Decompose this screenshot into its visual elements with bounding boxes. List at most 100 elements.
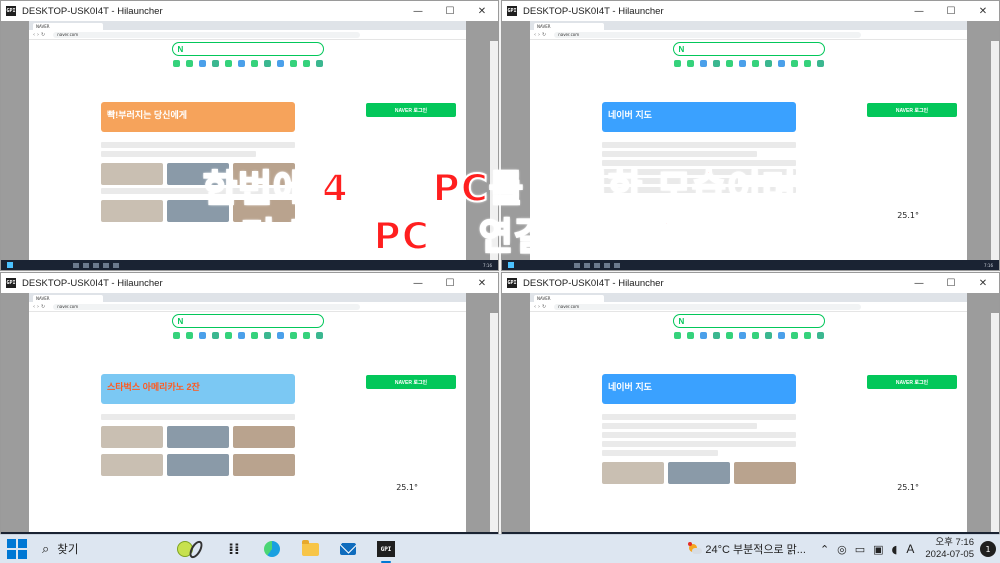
maximize-button[interactable]: ☐ (434, 278, 466, 289)
mail-button[interactable] (337, 538, 359, 560)
scrollbar[interactable] (490, 313, 498, 542)
address-bar[interactable]: naver.com (53, 31, 361, 38)
naver-login-button[interactable]: NAVER 로그인 (867, 375, 957, 389)
address-bar[interactable]: naver.com (53, 303, 361, 310)
remote-taskbar: 7:16 (1, 260, 498, 270)
taskbar: ⌕ 찾기 ⁞⁞ GPI 24°C 부분적으로 맑... ⌃ ◎ ▭ ▣ ◖ A … (0, 534, 1000, 563)
maximize-button[interactable]: ☐ (935, 6, 967, 17)
ad-banner[interactable]: 스타벅스 아메리카노 2잔 (101, 374, 295, 404)
display-icon[interactable]: ▣ (873, 543, 883, 556)
ad-banner-text: 네이버 지도 (608, 110, 652, 120)
window-titlebar[interactable]: GPI DESKTOP-USK0I4T - Hilauncher — ☐ ✕ (1, 1, 498, 22)
minimize-button[interactable]: — (402, 278, 434, 289)
tennis-search-highlight-icon[interactable] (177, 538, 206, 560)
remote-browser[interactable]: NAVER ‹›↻ naver.com N 네이버 지도 NAVER 로그인 25… (530, 293, 967, 532)
naver-login-button[interactable]: NAVER 로그인 (867, 103, 957, 117)
task-view-icon: ⁞⁞ (228, 540, 240, 558)
ad-banner[interactable]: 네이버 지도 (602, 102, 796, 132)
service-shortcuts[interactable] (530, 60, 967, 67)
weather-icon[interactable] (688, 542, 703, 555)
nav-arrows-icon[interactable]: ‹›↻ (534, 32, 548, 38)
maximize-button[interactable]: ☐ (434, 6, 466, 17)
edge-icon (264, 541, 280, 557)
edge-button[interactable] (261, 538, 283, 560)
clock[interactable]: 오후 7:16 2024-07-05 (925, 537, 974, 561)
window-titlebar[interactable]: GPI DESKTOP-USK0I4T - Hilauncher — ☐ ✕ (1, 273, 498, 294)
naver-search-box[interactable]: N (672, 42, 825, 56)
naver-search-box[interactable]: N (171, 42, 324, 56)
window-title: DESKTOP-USK0I4T - Hilauncher (523, 5, 664, 17)
taskbar-search[interactable]: ⌕ 찾기 (42, 537, 177, 561)
window-titlebar[interactable]: GPI DESKTOP-USK0I4T - Hilauncher — ☐ ✕ (502, 273, 999, 294)
search-icon: ⌕ (42, 541, 50, 557)
browser-tab[interactable]: NAVER (33, 295, 103, 302)
naver-login-button[interactable]: NAVER 로그인 (366, 103, 456, 117)
service-shortcuts[interactable] (29, 332, 466, 339)
hilauncher-logo-icon: GPI (6, 278, 16, 288)
remote-taskbar: 7:16 (502, 260, 999, 270)
network-icon[interactable]: ▭ (855, 543, 865, 556)
ad-banner[interactable]: 네이버 지도 (602, 374, 796, 404)
clock-time: 오후 7:16 (935, 537, 974, 548)
close-button[interactable]: ✕ (967, 6, 999, 17)
window-titlebar[interactable]: GPI DESKTOP-USK0I4T - Hilauncher — ☐ ✕ (502, 1, 999, 22)
scrollbar[interactable] (991, 313, 999, 542)
browser-tab[interactable]: NAVER (33, 23, 103, 30)
hilauncher-logo-icon: GPI (6, 6, 16, 16)
maximize-button[interactable]: ☐ (935, 278, 967, 289)
volume-icon[interactable]: ◖ (892, 543, 898, 556)
service-shortcuts[interactable] (29, 60, 466, 67)
ime-indicator[interactable]: A (906, 542, 914, 556)
caption-line-1: 한번에 4대의 PC를 연결한 모습이며 (202, 166, 798, 211)
ad-banner-text: 네이버 지도 (608, 382, 652, 392)
hilauncher-logo-icon: GPI (507, 6, 517, 16)
weather-temp: 25.1° (897, 483, 919, 492)
minimize-button[interactable]: — (402, 6, 434, 17)
remote-desktop[interactable]: NAVER ‹›↻ naver.com N 스타벅스 아메리카노 2잔 NAVER… (1, 293, 498, 542)
clock-date: 2024-07-05 (925, 549, 974, 560)
start-button[interactable] (6, 538, 28, 560)
notification-icon[interactable]: 1 (980, 541, 996, 557)
chevron-up-icon[interactable]: ⌃ (820, 543, 829, 556)
nav-arrows-icon[interactable]: ‹›↻ (534, 304, 548, 310)
news-feed (602, 411, 796, 484)
weather-temp: 25.1° (396, 483, 418, 492)
naver-login-button[interactable]: NAVER 로그인 (366, 375, 456, 389)
file-explorer-button[interactable] (299, 538, 321, 560)
close-button[interactable]: ✕ (466, 278, 498, 289)
window-title: DESKTOP-USK0I4T - Hilauncher (22, 5, 163, 17)
nav-arrows-icon[interactable]: ‹›↻ (33, 32, 47, 38)
mail-icon (340, 543, 356, 555)
naver-logo-icon: N (678, 44, 685, 54)
minimize-button[interactable]: — (903, 278, 935, 289)
remote-browser[interactable]: NAVER ‹›↻ naver.com N 스타벅스 아메리카노 2잔 NAVER… (29, 293, 466, 532)
remote-window-4[interactable]: GPI DESKTOP-USK0I4T - Hilauncher — ☐ ✕ N… (501, 272, 1000, 543)
browser-tab[interactable]: NAVER (534, 295, 604, 302)
circle-icon[interactable]: ◎ (837, 543, 847, 556)
address-bar[interactable]: naver.com (554, 303, 862, 310)
close-button[interactable]: ✕ (967, 278, 999, 289)
remote-window-3[interactable]: GPI DESKTOP-USK0I4T - Hilauncher — ☐ ✕ N… (0, 272, 499, 543)
window-title: DESKTOP-USK0I4T - Hilauncher (22, 277, 163, 289)
naver-search-box[interactable]: N (171, 314, 324, 328)
naver-search-box[interactable]: N (672, 314, 825, 328)
caption-line-2: 더 많은 PC도 연결가능하십니다 (240, 214, 760, 259)
ad-banner-text: 스타벅스 아메리카노 2잔 (107, 382, 200, 392)
address-bar[interactable]: naver.com (554, 31, 862, 38)
browser-tab[interactable]: NAVER (534, 23, 604, 30)
naver-logo-icon: N (678, 316, 685, 326)
caption-overlay: 한번에 4대의 PC를 연결한 모습이며 더 많은 PC도 연결가능하십니다 (0, 165, 1000, 261)
remote-desktop[interactable]: NAVER ‹›↻ naver.com N 네이버 지도 NAVER 로그인 25… (502, 293, 999, 542)
service-shortcuts[interactable] (530, 332, 967, 339)
hilauncher-icon: GPI (377, 541, 395, 557)
minimize-button[interactable]: — (903, 6, 935, 17)
close-button[interactable]: ✕ (466, 6, 498, 17)
hilauncher-taskbar-button[interactable]: GPI (375, 538, 397, 563)
nav-arrows-icon[interactable]: ‹›↻ (33, 304, 47, 310)
weather-text[interactable]: 24°C 부분적으로 맑... (705, 541, 806, 557)
folder-icon (301, 539, 319, 556)
news-feed (101, 411, 295, 476)
widgets-button[interactable]: ⁞⁞ (223, 538, 245, 560)
system-tray: 24°C 부분적으로 맑... ⌃ ◎ ▭ ▣ ◖ A 오후 7:16 2024… (688, 535, 996, 563)
ad-banner[interactable]: 빡!부러지는 당신에게 (101, 102, 295, 132)
